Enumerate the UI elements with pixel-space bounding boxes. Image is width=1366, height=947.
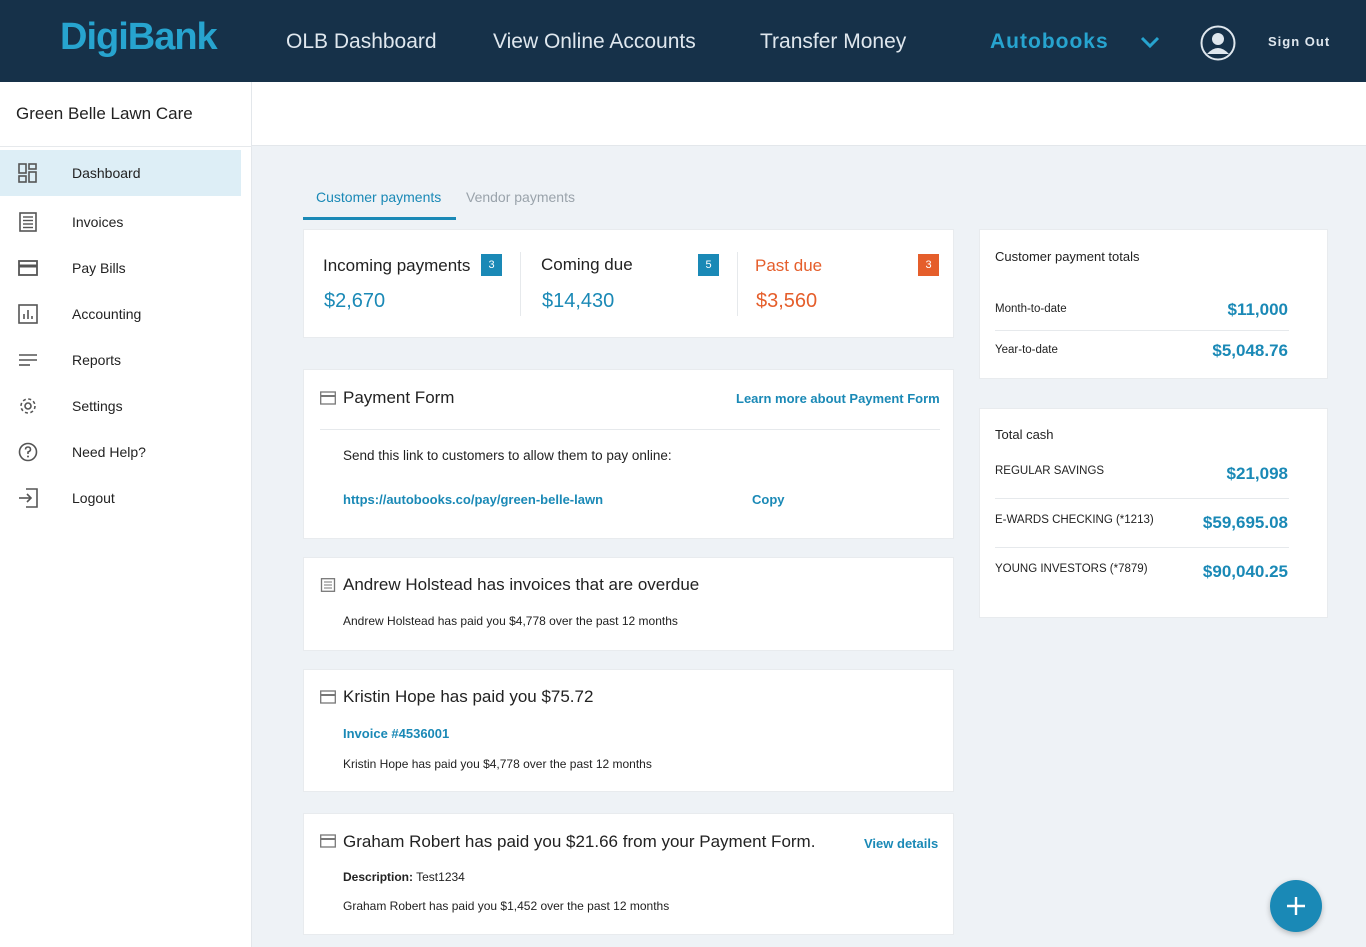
user-avatar-icon[interactable] (1200, 25, 1236, 61)
sidebar-item-label: Accounting (72, 306, 142, 322)
divider (320, 429, 940, 430)
divider (995, 330, 1289, 331)
description-label: Description: (343, 870, 414, 884)
learn-more-link[interactable]: Learn more about Payment Form (736, 391, 940, 406)
total-cash-title: Total cash (995, 427, 1054, 442)
ytd-value: $5,048.76 (1212, 341, 1288, 360)
mtd-value: $11,000 (1227, 300, 1288, 319)
sidebar-item-reports[interactable]: Reports (0, 337, 241, 383)
nav-autobooks[interactable]: Autobooks (990, 30, 1109, 54)
account-label: YOUNG INVESTORS (*7879) (995, 563, 1148, 575)
description-row: Description: Test1234 (343, 870, 465, 884)
gear-icon (20, 398, 36, 414)
sidebar-item-label: Reports (72, 352, 122, 368)
mtd-label: Month-to-date (995, 303, 1067, 315)
content-header (252, 82, 1366, 146)
incoming-amount: $2,670 (324, 290, 386, 312)
sidebar: Green Belle Lawn Care Dashboard Invoices… (0, 82, 252, 947)
incoming-count-badge: 3 (481, 254, 502, 276)
activity-subtext: Andrew Holstead has paid you $4,778 over… (343, 614, 678, 628)
tab-customer-payments[interactable]: Customer payments (316, 189, 441, 205)
digibank-logo[interactable]: DigiBank (60, 16, 218, 59)
divider (737, 252, 738, 316)
nav-view-online-accounts[interactable]: View Online Accounts (493, 30, 696, 54)
account-balance: $59,695.08 (1202, 513, 1288, 532)
nav-olb-dashboard[interactable]: OLB Dashboard (286, 30, 437, 54)
ytd-label: Year-to-date (995, 344, 1058, 356)
add-button[interactable] (1270, 880, 1322, 932)
credit-card-icon (320, 391, 336, 405)
chevron-down-icon[interactable] (1139, 31, 1161, 53)
nav-transfer-money[interactable]: Transfer Money (760, 30, 906, 54)
coming-due-amount: $14,430 (542, 290, 615, 312)
active-tab-indicator (303, 217, 456, 220)
account-label: E-WARDS CHECKING (*1213) (995, 514, 1154, 526)
payment-form-card: Payment Form Learn more about Payment Fo… (303, 369, 954, 539)
sidebar-item-invoices[interactable]: Invoices (0, 199, 241, 245)
sidebar-item-label: Logout (72, 490, 115, 506)
divider (995, 547, 1289, 548)
logout-icon (19, 488, 38, 508)
sidebar-item-settings[interactable]: Settings (0, 383, 241, 429)
activity-title: Graham Robert has paid you $21.66 from y… (343, 832, 816, 851)
divider (995, 498, 1289, 499)
sidebar-item-label: Invoices (72, 214, 124, 230)
top-navigation: DigiBank OLB Dashboard View Online Accou… (0, 0, 1366, 82)
description-value: Test1234 (413, 870, 465, 884)
activity-subtext: Graham Robert has paid you $1,452 over t… (343, 899, 670, 913)
lines-icon (19, 354, 37, 366)
activity-title: Kristin Hope has paid you $75.72 (343, 687, 594, 706)
payment-form-title: Payment Form (343, 388, 455, 407)
sidebar-item-pay-bills[interactable]: Pay Bills (0, 245, 241, 291)
activity-subtext: Kristin Hope has paid you $4,778 over th… (343, 757, 652, 771)
incoming-payments-title[interactable]: Incoming payments (323, 256, 470, 276)
activity-card: Graham Robert has paid you $21.66 from y… (303, 813, 954, 935)
sidebar-item-label: Pay Bills (72, 260, 126, 276)
total-cash-card: Total cash REGULAR SAVINGS $21,098 E-WAR… (979, 408, 1328, 618)
payment-summary-card: Incoming payments 3 $2,670 Coming due 5 … (303, 229, 954, 338)
company-name: Green Belle Lawn Care (16, 104, 193, 123)
account-label: REGULAR SAVINGS (995, 465, 1105, 477)
activity-card: Andrew Holstead has invoices that are ov… (303, 557, 954, 651)
activity-title: Andrew Holstead has invoices that are ov… (343, 575, 700, 594)
coming-due-title[interactable]: Coming due (541, 255, 633, 275)
divider (0, 146, 252, 147)
payment-form-instructions: Send this link to customers to allow the… (343, 448, 672, 463)
copy-link-button[interactable]: Copy (752, 492, 785, 507)
plus-icon (1287, 897, 1305, 915)
invoice-icon (320, 578, 336, 592)
credit-card-icon (320, 690, 336, 704)
sidebar-item-dashboard[interactable]: Dashboard (0, 150, 241, 196)
invoice-link[interactable]: Invoice #4536001 (343, 726, 449, 741)
divider (520, 252, 521, 316)
sidebar-item-logout[interactable]: Logout (0, 475, 241, 521)
dashboard-icon (18, 163, 37, 183)
sidebar-item-need-help[interactable]: Need Help? (0, 429, 241, 475)
tab-vendor-payments[interactable]: Vendor payments (466, 189, 575, 205)
past-due-count-badge: 3 (918, 254, 939, 276)
bar-chart-icon (18, 304, 38, 324)
account-balance: $21,098 (1226, 464, 1288, 483)
credit-card-icon (320, 834, 336, 848)
sidebar-item-label: Settings (72, 398, 123, 414)
totals-title: Customer payment totals (995, 249, 1140, 264)
sign-out-link[interactable]: Sign Out (1268, 34, 1330, 49)
sidebar-item-accounting[interactable]: Accounting (0, 291, 241, 337)
help-icon (18, 442, 38, 462)
payment-form-url[interactable]: https://autobooks.co/pay/green-belle-law… (343, 492, 603, 507)
past-due-amount: $3,560 (756, 290, 818, 312)
past-due-title[interactable]: Past due (755, 256, 822, 276)
customer-payment-totals-card: Customer payment totals Month-to-date $1… (979, 229, 1328, 379)
invoice-icon (19, 212, 37, 232)
sidebar-item-label: Dashboard (72, 165, 141, 181)
credit-card-icon (18, 260, 38, 276)
view-details-link[interactable]: View details (864, 836, 938, 851)
activity-card: Kristin Hope has paid you $75.72 Invoice… (303, 669, 954, 792)
account-balance: $90,040.25 (1202, 562, 1288, 581)
coming-due-count-badge: 5 (698, 254, 719, 276)
sidebar-item-label: Need Help? (72, 444, 146, 460)
